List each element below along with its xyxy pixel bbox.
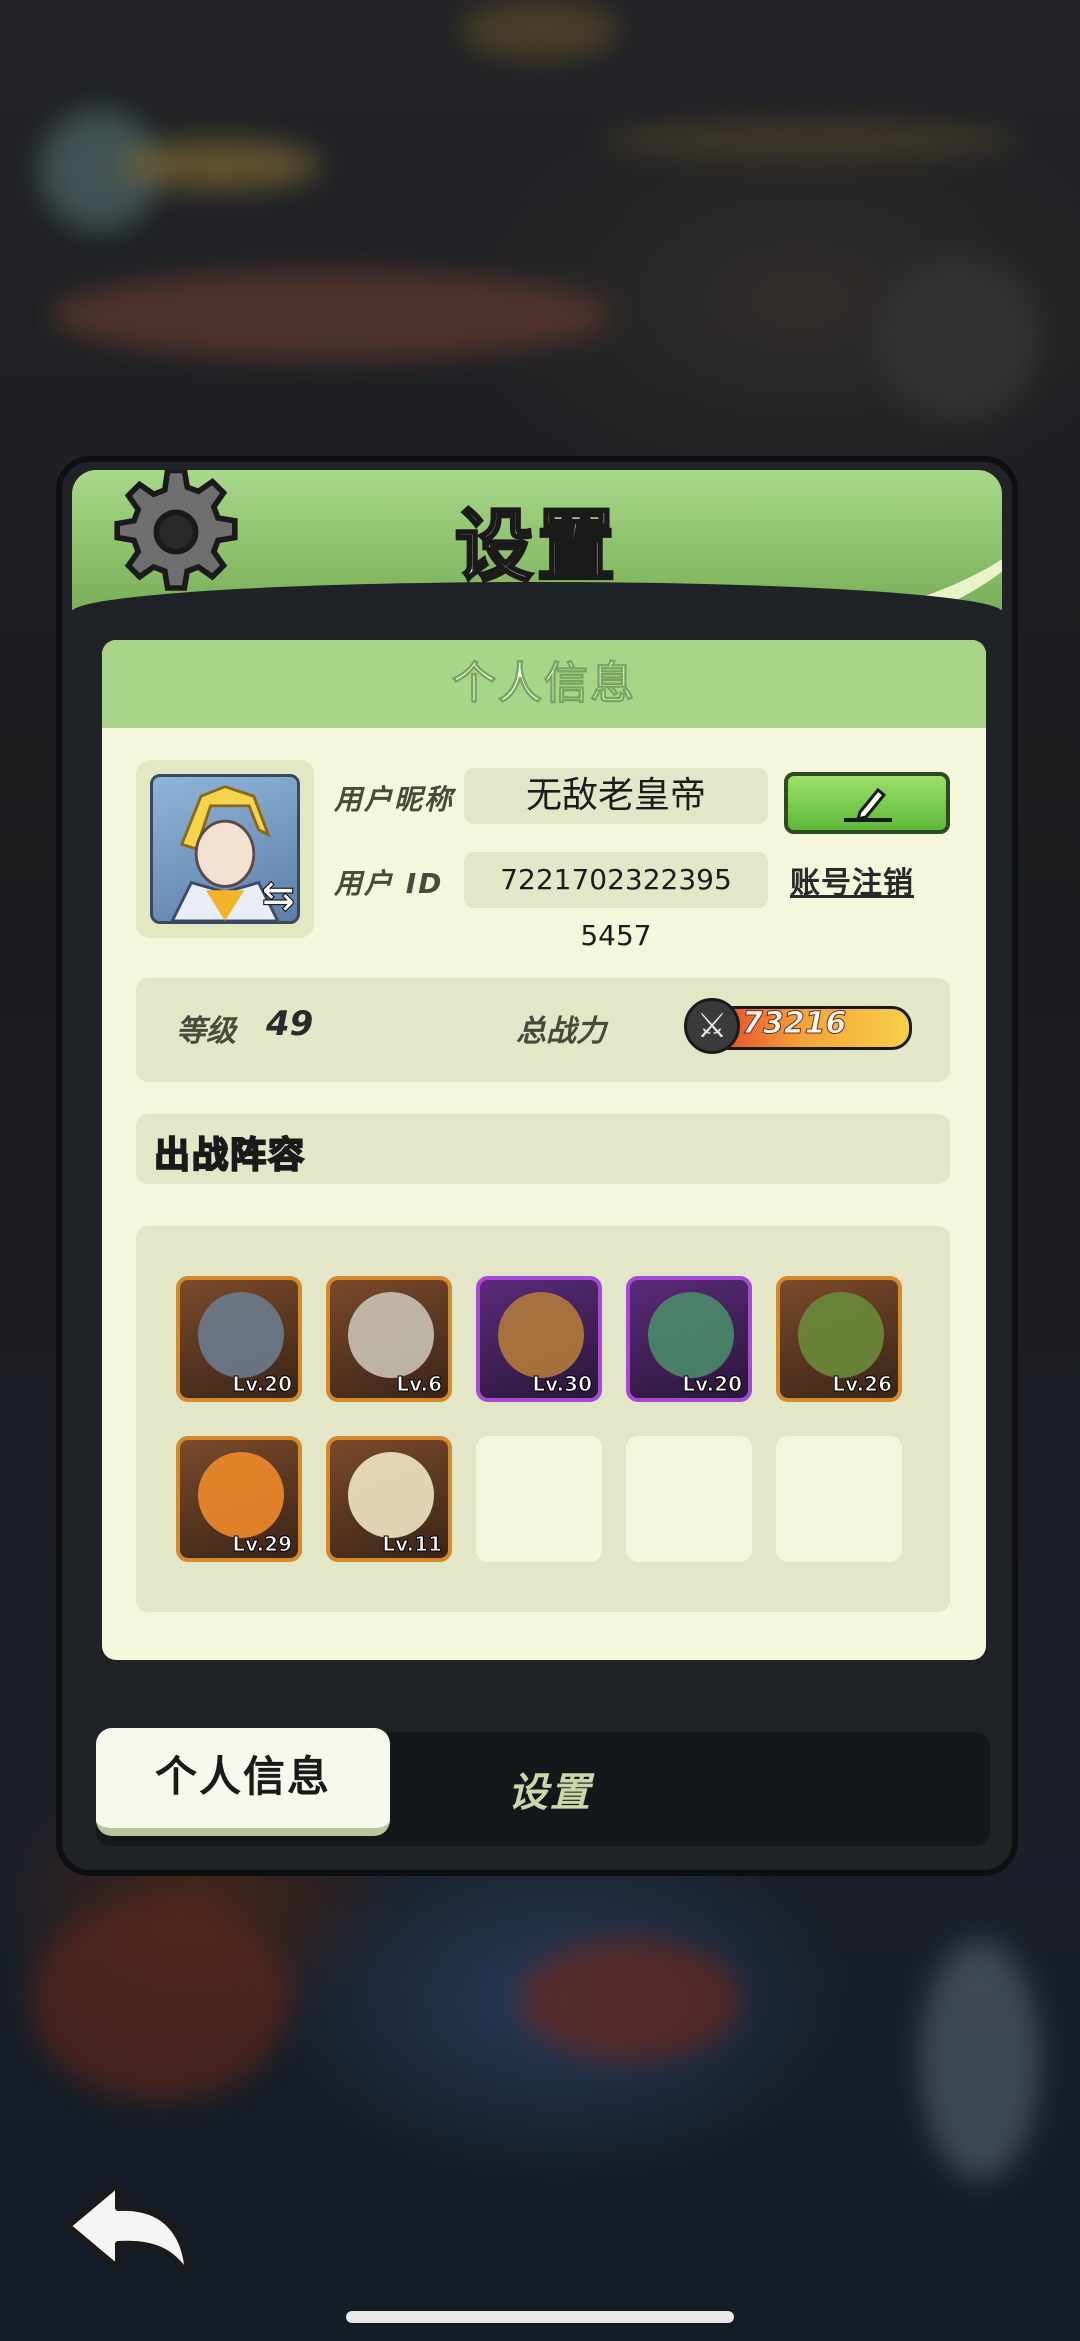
hero-slot-7[interactable]: Lv.11 [326,1436,452,1562]
empty-slot[interactable] [476,1436,602,1562]
hero-slot-6[interactable]: Lv.29 [176,1436,302,1562]
hero-level: Lv.6 [396,1372,443,1397]
hero-slot-4[interactable]: Lv.20 [626,1276,752,1402]
hero-portrait [798,1292,884,1378]
panel-header: 设置 [72,470,1002,610]
account-logout-link[interactable]: 账号注销 [790,858,914,902]
stats-strip: 等级 49 总战力 ⚔ 73216 [136,978,950,1082]
hero-level: Lv.26 [832,1372,893,1397]
user-id-field: 7221702322395 5457 [464,852,768,952]
hero-level: Lv.20 [232,1372,293,1397]
edit-nickname-button[interactable] [784,772,950,834]
hero-level: Lv.11 [382,1532,443,1557]
hero-level: Lv.30 [532,1372,593,1397]
id-label: 用户 ID [334,867,444,900]
hero-slot-2[interactable]: Lv.6 [326,1276,452,1402]
settings-panel: 设置 个人信息 ⇆ 用户昵称 无敌老皇帝 用户 ID 7221702322395… [56,456,1018,1876]
power-value: 73216 [741,1006,847,1042]
home-indicator[interactable] [346,2311,734,2323]
lineup-header: 出战阵容 [136,1114,950,1184]
avatar-frame[interactable]: ⇆ [136,760,314,938]
nickname-label: 用户昵称 [334,783,455,816]
hero-portrait [498,1292,584,1378]
lineup-title: 出战阵容 [153,1134,307,1177]
personal-info-card: 个人信息 ⇆ 用户昵称 无敌老皇帝 用户 ID 7221702322395 54… [102,640,986,1660]
level-label: 等级 [176,1014,236,1049]
back-arrow-icon[interactable] [58,2176,198,2286]
sword-icon: ⚔ [684,998,740,1054]
empty-slot[interactable] [626,1436,752,1562]
power-label: 总战力 [516,1014,606,1049]
swap-icon[interactable]: ⇆ [261,873,296,920]
level-value: 49 [266,1004,314,1044]
tab-settings[interactable]: 设置 [508,1760,592,1818]
hero-slot-3[interactable]: Lv.30 [476,1276,602,1402]
empty-slot[interactable] [776,1436,902,1562]
avatar[interactable]: ⇆ [150,774,300,924]
hero-slot-5[interactable]: Lv.26 [776,1276,902,1402]
hero-level: Lv.29 [232,1532,293,1557]
tab-personal-info[interactable]: 个人信息 [96,1728,390,1836]
hero-portrait [348,1292,434,1378]
panel-title: 设置 [453,501,619,594]
nickname-field: 无敌老皇帝 [464,768,768,824]
hero-portrait [648,1292,734,1378]
hero-portrait [198,1292,284,1378]
hero-level: Lv.20 [682,1372,743,1397]
power-badge: ⚔ 73216 [684,998,914,1056]
hero-portrait [348,1452,434,1538]
hero-portrait [198,1452,284,1538]
pencil-icon [844,787,892,822]
hero-slot-1[interactable]: Lv.20 [176,1276,302,1402]
lineup-grid: Lv.20 Lv.6 Lv.30 Lv.20 Lv.26 Lv.29 Lv.11 [136,1226,950,1612]
tab-bar: 个人信息 设置 [96,1728,990,1846]
section-title: 个人信息 [102,640,986,728]
